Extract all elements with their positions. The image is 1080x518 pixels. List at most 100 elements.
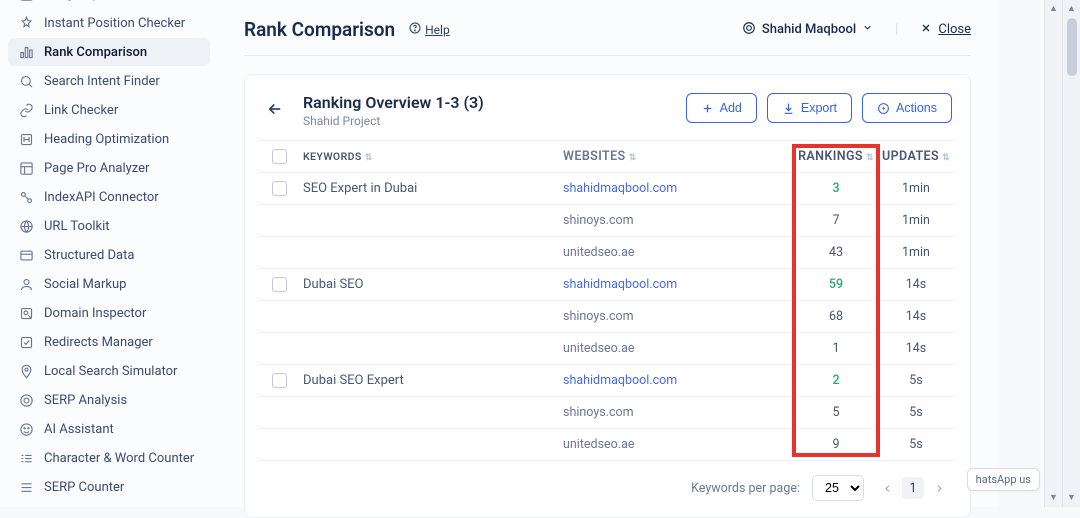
sidebar-item-instant-position-checker[interactable]: Instant Position Checker: [8, 9, 210, 37]
outer-scrollbar[interactable]: ▲ ▼: [1062, 0, 1080, 507]
sidebar-item-label: AI Assistant: [44, 422, 114, 437]
sidebar-item-search-intent-finder[interactable]: Search Intent Finder: [8, 67, 210, 95]
sidebar-icon: [18, 131, 34, 147]
cell-ranking: 59: [796, 277, 876, 292]
user-menu[interactable]: Shahid Maqbool: [742, 21, 873, 39]
sidebar-item-label: Redirects Manager: [44, 335, 153, 350]
actions-button[interactable]: Actions: [862, 93, 952, 123]
close-button[interactable]: Close: [920, 22, 971, 38]
sidebar-item-local-search-simulator[interactable]: Local Search Simulator: [8, 357, 210, 385]
cell-keyword: [299, 341, 559, 357]
sidebar-item-social-markup[interactable]: Social Markup: [8, 270, 210, 298]
table-header-row: KEYWORDS⇅ WEBSITES⇅ RANKINGS⇅ UPDATES⇅: [259, 141, 956, 173]
cell-keyword: Dubai SEO Expert: [299, 365, 559, 396]
scroll-up-icon[interactable]: ▲: [1049, 2, 1058, 16]
sidebar-item-structured-data[interactable]: Structured Data: [8, 241, 210, 269]
sidebar-item-label: Image Optimization: [44, 0, 157, 2]
table-footer: Keywords per page: 25 1: [259, 461, 956, 503]
sidebar-icon: [18, 247, 34, 263]
cell-keyword: [299, 213, 559, 229]
col-rankings[interactable]: RANKINGS⇅: [796, 149, 876, 164]
sidebar-item-label: Domain Inspector: [44, 306, 146, 321]
add-button[interactable]: Add: [686, 93, 757, 123]
sidebar-item-label: Page Pro Analyzer: [44, 161, 149, 176]
col-websites[interactable]: WEBSITES⇅: [559, 141, 796, 172]
sidebar-icon: [18, 73, 34, 89]
cell-update: 5s: [876, 437, 956, 452]
sidebar-icon: [18, 0, 34, 2]
sidebar-item-label: Character & Word Counter: [44, 451, 194, 466]
scroll-down-icon[interactable]: ▼: [1049, 491, 1058, 505]
cell-update: 14s: [876, 309, 956, 324]
sidebar-item-serp-counter[interactable]: SERP Counter: [8, 473, 210, 501]
sidebar-item-character-word-counter[interactable]: Character & Word Counter: [8, 444, 210, 472]
cell-keyword: [299, 405, 559, 421]
cell-update: 1min: [876, 245, 956, 260]
help-link[interactable]: Help: [409, 22, 450, 37]
sidebar-item-label: IndexAPI Connector: [44, 190, 159, 205]
table-row: Dubai SEO Expertshahidmaqbool.com25s: [259, 365, 956, 397]
cell-website[interactable]: shahidmaqbool.com: [559, 365, 796, 396]
page-number[interactable]: 1: [902, 477, 924, 499]
sidebar-item-label: Search Intent Finder: [44, 74, 160, 89]
scroll-up-icon[interactable]: ▲: [1067, 2, 1076, 16]
cell-website: shinoys.com: [559, 205, 796, 236]
sidebar-icon: [18, 160, 34, 176]
col-keywords[interactable]: KEYWORDS⇅: [299, 142, 559, 171]
sidebar-item-page-pro-analyzer[interactable]: Page Pro Analyzer: [8, 154, 210, 182]
chevron-down-icon: [862, 22, 873, 37]
scroll-down-icon[interactable]: ▼: [1067, 491, 1076, 505]
table-row: Dubai SEOshahidmaqbool.com5914s: [259, 269, 956, 301]
sidebar-item-serp-analysis[interactable]: SERP Analysis: [8, 386, 210, 414]
sidebar-item-link-checker[interactable]: Link Checker: [8, 96, 210, 124]
cell-ranking: 7: [796, 213, 876, 228]
sidebar-item-ai-assistant[interactable]: AI Assistant: [8, 415, 210, 443]
back-button[interactable]: [263, 97, 287, 121]
select-all-checkbox[interactable]: [272, 149, 287, 164]
per-page-select[interactable]: 25: [812, 475, 864, 501]
export-button[interactable]: Export: [767, 93, 852, 123]
sidebar-item-url-toolkit[interactable]: URL Toolkit: [8, 212, 210, 240]
help-icon: [409, 22, 421, 37]
table-row: SEO Expert in Dubaishahidmaqbool.com31mi…: [259, 173, 956, 205]
whatsapp-widget[interactable]: hatsApp us: [967, 468, 1040, 491]
row-checkbox[interactable]: [272, 181, 287, 196]
cell-ranking: 9: [796, 437, 876, 452]
sidebar-item-label: Heading Optimization: [44, 132, 169, 147]
sidebar-item-heading-optimization[interactable]: Heading Optimization: [8, 125, 210, 153]
cell-ranking: 2: [796, 373, 876, 388]
cell-update: 14s: [876, 277, 956, 292]
inner-scrollbar[interactable]: ▲ ▼: [1044, 0, 1062, 507]
sidebar-item-view-rendered-source[interactable]: View Rendered Source: [8, 502, 210, 507]
scrollbar-thumb[interactable]: [1067, 18, 1077, 76]
cell-website: shinoys.com: [559, 301, 796, 332]
row-checkbox[interactable]: [272, 277, 287, 292]
next-page[interactable]: [928, 477, 950, 499]
target-icon: [742, 21, 756, 39]
row-checkbox[interactable]: [272, 373, 287, 388]
col-updates[interactable]: UPDATES⇅: [876, 149, 956, 164]
sidebar-item-label: Link Checker: [44, 103, 118, 118]
sidebar-icon: [18, 363, 34, 379]
sidebar-item-label: Local Search Simulator: [44, 364, 177, 379]
sidebar-item-domain-inspector[interactable]: Domain Inspector: [8, 299, 210, 327]
sidebar-item-image-optimization[interactable]: Image Optimization: [8, 0, 210, 8]
cell-ranking: 5: [796, 405, 876, 420]
sidebar-icon: [18, 305, 34, 321]
pager: 1: [876, 477, 950, 499]
prev-page[interactable]: [876, 477, 898, 499]
table-row: unitedseo.ae95s: [259, 429, 956, 461]
cell-keyword: [299, 245, 559, 261]
plus-icon: [701, 102, 714, 115]
cell-website[interactable]: shahidmaqbool.com: [559, 173, 796, 204]
cell-website[interactable]: shahidmaqbool.com: [559, 269, 796, 300]
sidebar-item-label: Rank Comparison: [44, 45, 147, 60]
sidebar-item-rank-comparison[interactable]: Rank Comparison: [8, 38, 210, 66]
sidebar-item-indexapi-connector[interactable]: IndexAPI Connector: [8, 183, 210, 211]
download-icon: [782, 102, 795, 115]
sidebar-item-redirects-manager[interactable]: Redirects Manager: [8, 328, 210, 356]
sidebar-item-label: SERP Counter: [44, 480, 124, 495]
overview-title: Ranking Overview 1-3 (3): [303, 93, 484, 112]
table-row: unitedseo.ae114s: [259, 333, 956, 365]
cell-update: 14s: [876, 341, 956, 356]
